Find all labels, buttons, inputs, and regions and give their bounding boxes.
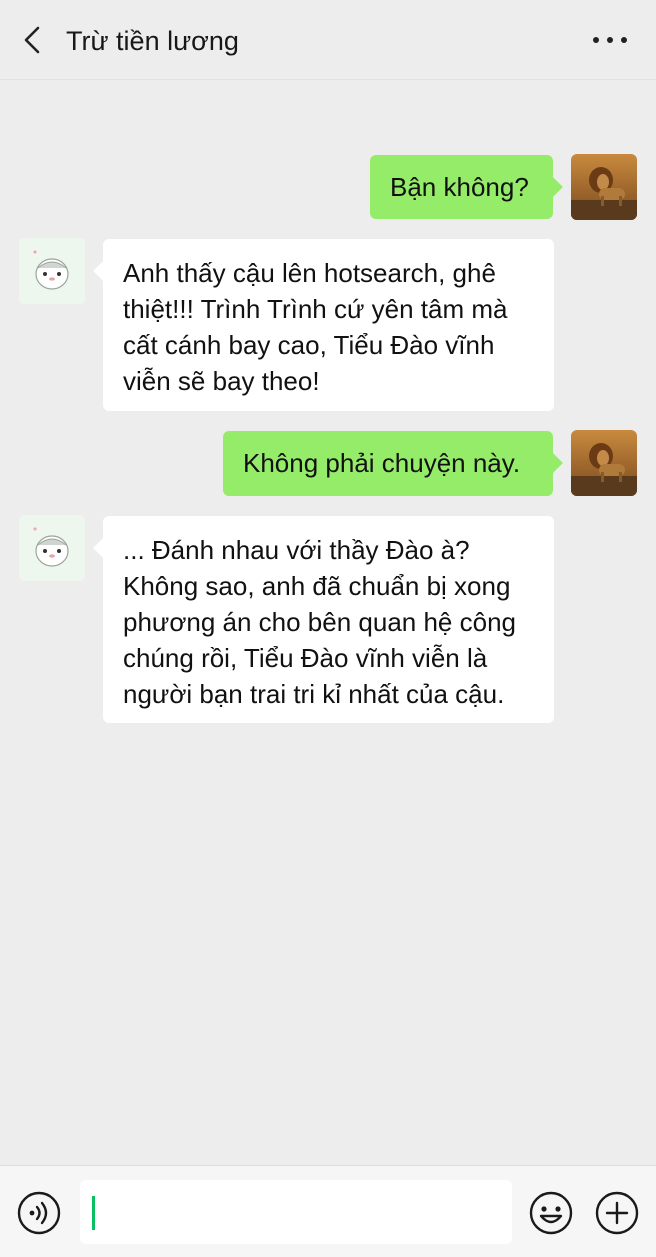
message-line: viễn sẽ bay theo!: [123, 366, 320, 396]
emoji-button[interactable]: [528, 1190, 574, 1236]
plus-circle-icon: [595, 1191, 639, 1235]
message-line: phương án cho bên quan hệ công: [123, 607, 516, 637]
more-button[interactable]: [586, 20, 634, 60]
message-bubble-sent[interactable]: Không phải chuyện này.: [223, 431, 553, 496]
chevron-left-icon: [24, 26, 40, 54]
voice-icon: [17, 1191, 61, 1235]
message-line: ... Đánh nhau với thầy Đào à?: [123, 535, 470, 565]
voice-button[interactable]: [16, 1190, 62, 1236]
hamster-avatar[interactable]: [19, 515, 85, 581]
message-bubble-received[interactable]: ... Đánh nhau với thầy Đào à? Không sao,…: [103, 516, 554, 723]
message-input[interactable]: [80, 1180, 512, 1244]
input-bar: [0, 1165, 656, 1257]
chat-header: Trừ tiền lương: [0, 0, 656, 80]
emoji-icon: [529, 1191, 573, 1235]
message-text: Không phải chuyện này.: [243, 448, 521, 478]
message-line: chúng rồi, Tiểu Đào vĩnh viễn là: [123, 643, 488, 673]
message-line: người bạn trai tri kỉ nhất của cậu.: [123, 679, 505, 709]
message-line: cất cánh bay cao, Tiểu Đào vĩnh: [123, 330, 495, 360]
message-bubble-sent[interactable]: Bận không?: [370, 155, 553, 219]
back-button[interactable]: [14, 20, 54, 60]
message-text: Bận không?: [390, 172, 529, 202]
message-line: Anh thấy cậu lên hotsearch, ghê: [123, 258, 496, 288]
message-line: Không sao, anh đã chuẩn bị xong: [123, 571, 511, 601]
chat-screen: Trừ tiền lương Bận không? Anh thấy cậu l…: [0, 0, 656, 1257]
message-bubble-received[interactable]: Anh thấy cậu lên hotsearch, ghê thiệt!!!…: [103, 239, 554, 411]
lion-avatar[interactable]: [571, 430, 637, 496]
chat-title: Trừ tiền lương: [66, 26, 239, 56]
hamster-avatar[interactable]: [19, 238, 85, 304]
lion-avatar[interactable]: [571, 154, 637, 220]
more-horizontal-icon: [593, 37, 627, 43]
plus-button[interactable]: [594, 1190, 640, 1236]
message-line: thiệt!!! Trình Trình cứ yên tâm mà: [123, 294, 508, 324]
text-caret: [92, 1196, 95, 1230]
